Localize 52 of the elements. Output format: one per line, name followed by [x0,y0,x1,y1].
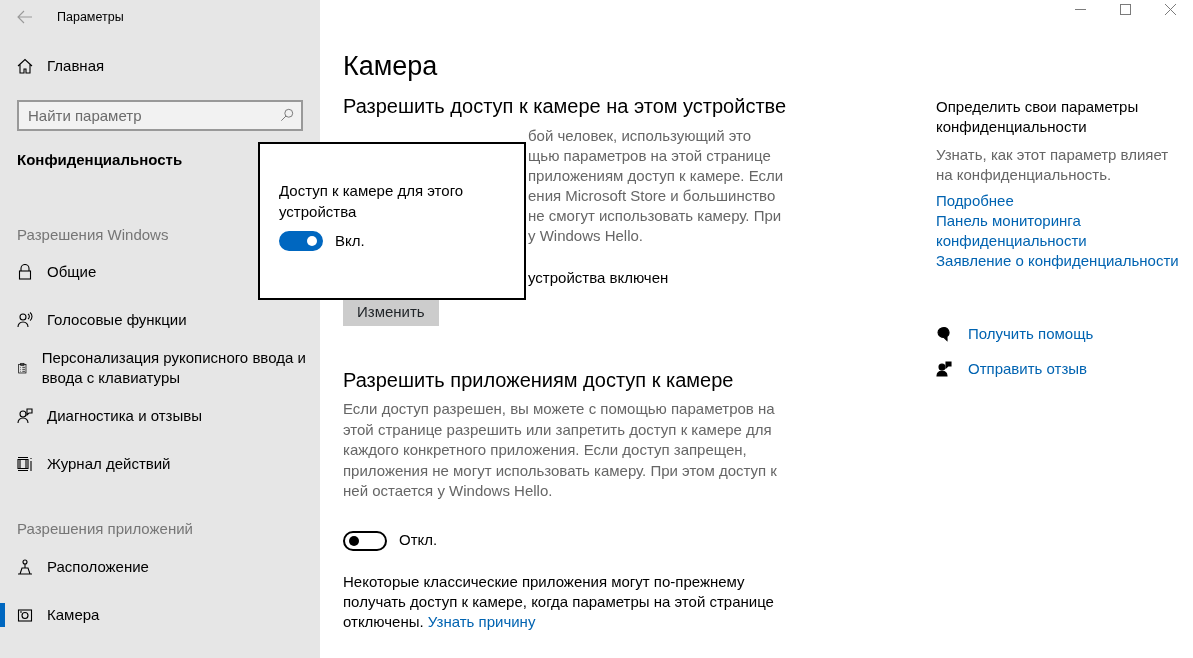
description-fragment: бой человек, использующий это [528,126,752,147]
sidebar-item[interactable]: Голосовые функции [0,296,320,344]
help-icon [936,326,952,343]
toggle-switch[interactable] [343,530,387,551]
aside-heading: Определить свои параметры конфиденциальности [936,97,1140,137]
clipboard-icon [17,360,28,376]
lock-icon [17,264,33,280]
action-link[interactable]: Получить помощь [968,323,1094,346]
camera-icon [17,606,33,623]
search-icon [280,108,294,122]
home-icon [17,58,33,74]
privacy-link[interactable]: Панель мониторинга конфиденциальности [936,211,1186,251]
change-button[interactable]: Изменить [343,298,439,327]
description-fragment: ения Microsoft Store и большинство [528,186,776,207]
timeline-icon [17,456,33,472]
toggle-label: Вкл. [335,231,365,251]
aside-description: Узнать, как этот параметр влияет на конфиденциальность. [936,145,1170,185]
description-fragment: щью параметров на этой странице [528,146,771,167]
location-icon [17,558,33,575]
group-heading: Разрешения Windows [17,224,169,245]
group-heading: Разрешения приложений [17,519,193,539]
page-title: Камера [343,50,439,83]
description-fragment: приложениям доступ к камере. Если [528,166,784,187]
privacy-link[interactable]: Заявление о конфиденциальности [936,251,1179,271]
sidebar-item[interactable]: Журнал действий [0,440,320,488]
speech-icon [17,312,33,328]
popup-text: Доступ к камере для этого устройства [279,181,465,222]
note-text: Некоторые классические приложения могут по-прежнему получать доступ к камере, когда параметры на этой странице отключены. Узнать причину [343,571,775,632]
section-heading: Разрешить доступ к камере на этом устройстве [343,94,788,119]
home-link[interactable]: Главная [0,46,320,86]
section-description: Если доступ разрешен, вы можете с помощью параметров на этой странице разрешить или запретить доступ к камере для каждого конкретного приложения. Если доступ запрещен, приложения не могут использовать камеру. При этом доступ к ней остается у Windows Hello. [343,399,778,501]
sidebar-item[interactable]: Персонализация рукописного ввода и ввода с клавиатуры [0,344,320,392]
description-fragment: не смогут использовать камеру. При [528,206,782,227]
learn-why-link[interactable]: Узнать причину [427,612,536,630]
maximize-icon [1120,4,1131,15]
search-field[interactable]: Найти параметр [17,100,303,131]
close-icon [1165,4,1176,15]
section-title: Конфиденциальность [16,150,184,170]
back-icon [17,9,33,25]
sidebar-item[interactable]: Диагностика и отзывы [0,392,320,440]
privacy-link[interactable]: Подробнее [936,191,1014,211]
feedback-icon [936,360,952,377]
action-link[interactable]: Отправить отзыв [968,357,1088,380]
status-text: устройства включен [528,268,669,289]
window-title: Параметры [57,8,124,26]
section-heading: Разрешить приложениям доступ к камере [343,368,735,393]
feedback-icon [17,408,33,424]
sidebar-item[interactable]: Общие [0,248,320,296]
toggle-switch[interactable] [279,231,323,252]
toggle-label: Откл. [399,530,438,551]
sidebar-item[interactable]: Расположение [0,542,320,591]
description-fragment: у Windows Hello. [528,226,644,247]
